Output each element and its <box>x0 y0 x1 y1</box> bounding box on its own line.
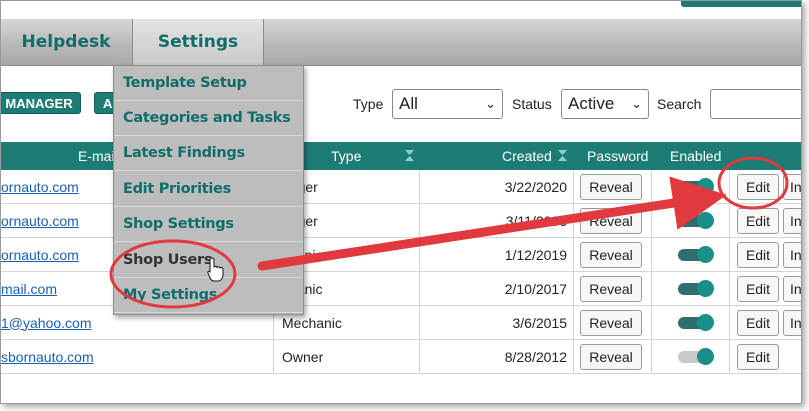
search-label: Search <box>657 96 702 112</box>
status-filter-value: Active <box>568 94 615 113</box>
header-enabled: Enabled <box>670 148 722 164</box>
created-cell: 2/10/2017 <box>504 280 567 297</box>
header-type[interactable]: Type <box>331 148 361 164</box>
header-password: Password <box>587 148 649 164</box>
secondary-action-button[interactable]: In <box>783 310 801 336</box>
reveal-button[interactable]: Reveal <box>580 174 642 200</box>
email-link[interactable]: ornauto.com <box>1 238 79 271</box>
chevron-down-icon: ⌄ <box>485 96 496 111</box>
reveal-button[interactable]: Reveal <box>580 208 642 234</box>
top-bar-fragment <box>681 1 801 7</box>
nav-tab-settings[interactable]: Settings <box>132 19 264 65</box>
status-filter-label: Status <box>512 96 552 112</box>
edit-button[interactable]: Edit <box>737 208 779 234</box>
secondary-action-button[interactable]: In <box>783 208 801 234</box>
enabled-toggle[interactable] <box>678 246 714 263</box>
enabled-toggle[interactable] <box>678 212 714 229</box>
edit-button[interactable]: Edit <box>737 344 779 370</box>
enabled-toggle[interactable] <box>678 280 714 297</box>
menu-item-shop-users[interactable]: Shop Users <box>114 243 303 278</box>
role-filter-manager-button[interactable]: MANAGER <box>1 92 81 114</box>
email-link[interactable]: sbornauto.com <box>1 340 94 373</box>
app-window: Helpdesk Settings MANAGER AI Type All ⌄ … <box>0 0 802 404</box>
secondary-action-button[interactable]: In <box>783 174 801 200</box>
menu-item-template-setup[interactable]: Template Setup <box>114 66 303 101</box>
menu-item-edit-priorities[interactable]: Edit Priorities <box>114 172 303 207</box>
enabled-toggle[interactable] <box>678 314 714 331</box>
reveal-button[interactable]: Reveal <box>580 344 642 370</box>
reveal-button[interactable]: Reveal <box>580 276 642 302</box>
menu-item-shop-settings[interactable]: Shop Settings <box>114 207 303 242</box>
status-filter-select[interactable]: Active ⌄ <box>561 89 649 119</box>
edit-button[interactable]: Edit <box>737 174 779 200</box>
enabled-toggle[interactable] <box>678 178 714 195</box>
edit-button[interactable]: Edit <box>737 242 779 268</box>
header-created[interactable]: Created <box>502 148 552 164</box>
sort-arrows-icon[interactable] <box>405 150 414 161</box>
edit-button[interactable]: Edit <box>737 276 779 302</box>
created-cell: 3/22/2020 <box>504 178 567 195</box>
email-link[interactable]: ornauto.com <box>1 204 79 237</box>
search-input[interactable] <box>710 89 801 119</box>
reveal-button[interactable]: Reveal <box>580 310 642 336</box>
secondary-action-button[interactable]: In <box>783 276 801 302</box>
created-cell: 1/12/2019 <box>504 246 567 263</box>
settings-dropdown-menu: Template Setup Categories and Tasks Late… <box>113 65 304 315</box>
menu-item-latest-findings[interactable]: Latest Findings <box>114 136 303 171</box>
email-link[interactable]: mail.com <box>1 272 57 305</box>
created-cell: 8/28/2012 <box>504 348 567 365</box>
secondary-action-button[interactable]: In <box>783 242 801 268</box>
email-link[interactable]: ornauto.com <box>1 170 79 203</box>
menu-item-categories-and-tasks[interactable]: Categories and Tasks <box>114 101 303 136</box>
navbar: Helpdesk Settings <box>1 19 801 66</box>
edit-button[interactable]: Edit <box>737 310 779 336</box>
header-email[interactable]: E-mai <box>78 148 115 164</box>
type-filter-label: Type <box>353 96 384 112</box>
created-cell: 3/6/2015 <box>512 314 568 331</box>
email-link[interactable]: 1@yahoo.com <box>1 306 91 339</box>
menu-item-my-settings[interactable]: My Settings <box>114 278 303 313</box>
created-cell: 3/11/2006 <box>505 212 567 229</box>
type-filter-value: All <box>399 94 418 113</box>
reveal-button[interactable]: Reveal <box>580 242 642 268</box>
sort-arrows-icon[interactable] <box>558 150 567 161</box>
type-cell: Owner <box>282 348 324 365</box>
table-row: sbornauto.com Owner 8/28/2012 Reveal Edi… <box>1 340 801 374</box>
nav-tab-helpdesk[interactable]: Helpdesk <box>1 19 131 65</box>
chevron-down-icon: ⌄ <box>631 96 642 111</box>
enabled-toggle[interactable] <box>678 348 714 365</box>
type-filter-select[interactable]: All ⌄ <box>392 89 503 119</box>
